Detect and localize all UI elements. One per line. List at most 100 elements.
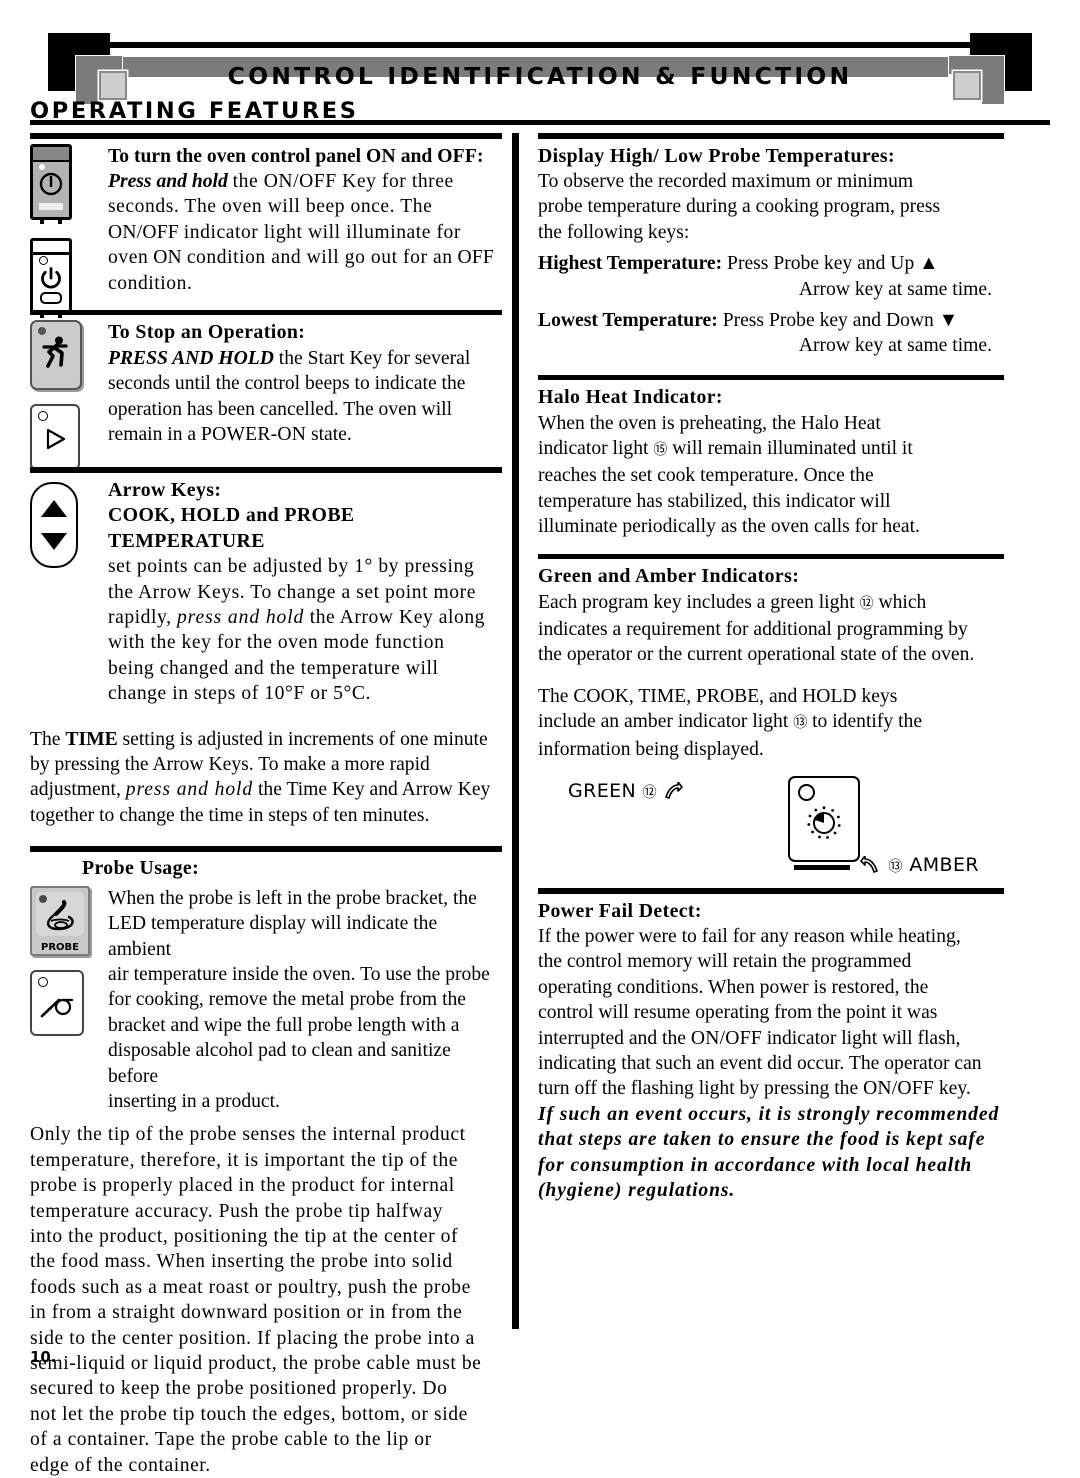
probe-tip-l11: secured to keep the probe positioned pro… xyxy=(30,1378,448,1400)
diagram-amber-marker: ⑬ xyxy=(888,859,903,876)
onoff-heading-text: To turn the oven control panel xyxy=(108,145,362,167)
pf-body7b: key. xyxy=(938,1078,971,1100)
play-triangle-icon xyxy=(32,426,78,452)
pf-body7a: turn off the flashing light by pressing … xyxy=(538,1078,859,1100)
onoff-colon: : xyxy=(477,145,484,167)
pf-body1: If the power were to fail for any reason… xyxy=(538,925,961,947)
green-amber-heading: Green and Amber Indicators: xyxy=(538,565,800,588)
key-top-bar xyxy=(33,240,69,255)
probe-tip-l13: of a container. Tape the probe cable to … xyxy=(30,1429,432,1451)
probe-body6: disposable alcohol pad to clean and sani… xyxy=(108,1040,451,1087)
section-display-high-low: Display High/ Low Probe Temperatures: To… xyxy=(538,133,1004,359)
section-rule xyxy=(30,467,502,473)
document-header-title: CONTROL IDENTIFICATION & FUNCTION xyxy=(227,62,853,90)
probe-tip-l9: side to the center position. If placing … xyxy=(30,1327,475,1349)
section-rule xyxy=(538,374,1004,381)
stop-sc-power-on: POWER-ON xyxy=(201,424,307,446)
section-halo-heat: Halo Heat Indicator: When the oven is pr… xyxy=(538,374,1004,540)
halo-body3: reaches the set cook temperature. Once t… xyxy=(538,465,874,487)
stop-body3: operation has been cancelled. The oven w… xyxy=(108,398,453,420)
diagram-green-led-icon xyxy=(798,784,815,802)
halo-body2a: indicator light xyxy=(538,438,649,460)
arrow-body4: with the key for the oven mode function xyxy=(108,632,445,654)
arrow-keys-icon-col xyxy=(30,478,102,568)
ga-body1a: Each program key includes a green light xyxy=(538,591,855,613)
onoff-sc-off2: OFF xyxy=(457,247,495,269)
stop-body2: seconds until the control beeps to indic… xyxy=(108,373,466,395)
power-fail-heading: Power Fail Detect: xyxy=(538,899,702,922)
start-play-key-icon xyxy=(30,404,80,471)
probe-key-label: PROBE xyxy=(41,941,79,953)
probe-tip-l10: semi-liquid or liquid product, the probe… xyxy=(30,1353,482,1375)
section-rule xyxy=(538,888,1004,894)
time-bold: TIME xyxy=(65,728,118,750)
amber-pointer-arrow-icon xyxy=(860,855,878,873)
pf-body3: operating conditions. When power is rest… xyxy=(538,976,929,998)
section-rule xyxy=(30,133,502,139)
section-rule xyxy=(30,846,502,852)
section-rule xyxy=(30,309,502,316)
highest-temp-body1: Press Probe key and Up ▲ xyxy=(727,253,939,275)
probe-body1: When the probe is left in the probe brac… xyxy=(108,887,477,909)
probe-body3: air temperature inside the oven. To use … xyxy=(108,963,490,985)
start-key-icon: start-key-icon xyxy=(30,320,82,391)
probe-tip-l6: the food mass. When inserting the probe … xyxy=(30,1251,453,1273)
probe-tip-l8: in from a straight downward position or … xyxy=(30,1302,463,1324)
left-column: To turn the oven control panel ON and OF… xyxy=(30,133,502,1478)
onoff-sc-on: ON xyxy=(366,145,396,167)
halo-body4: temperature has stabilized, this indicat… xyxy=(538,490,891,512)
time-part4-ital: press and hold xyxy=(125,779,254,801)
time-part3: by pressing the Arrow Keys. To make a mo… xyxy=(30,754,430,776)
stop-body4b: state. xyxy=(310,424,352,446)
pf-body5b: indicator light will flash, xyxy=(766,1027,961,1049)
pf-italic3: for consumption in accordance with local… xyxy=(538,1154,973,1176)
stop-operation-instructions: To Stop an Operation: PRESS AND HOLD the… xyxy=(108,320,502,447)
section-on-off: To turn the oven control panel ON and OF… xyxy=(30,133,502,318)
pf-sc-onoff: ON/OFF xyxy=(690,1027,762,1049)
probe-tip-l5: into the product, positioning the tip at… xyxy=(30,1226,459,1248)
key-top-bar xyxy=(33,146,69,162)
section-rule xyxy=(538,553,1004,560)
on-off-key-icons xyxy=(30,143,102,318)
onoff-sc-on2: ON xyxy=(153,247,182,269)
probe-body2: LED temperature display will indicate th… xyxy=(108,913,438,960)
section-stop-operation: start-key-icon To Stop an Operation: PRE… xyxy=(30,309,502,471)
probe-body4: for cooking, remove the metal probe from… xyxy=(108,989,467,1011)
halo-heat-block: Halo Heat Indicator: When the oven is pr… xyxy=(538,385,1004,539)
pf-sc-onoff2: ON/OFF xyxy=(863,1078,934,1100)
highest-temp-label: Highest Temperature: xyxy=(538,253,723,275)
onoff-line6: condition. xyxy=(108,272,193,294)
onoff-line3: seconds. The oven will beep once. The xyxy=(108,196,433,218)
pf-body2: the control memory will retain the progr… xyxy=(538,951,912,973)
arrow-down-icon xyxy=(41,532,67,550)
diagram-green-label: GREEN xyxy=(568,780,637,803)
power-symbol-icon xyxy=(33,167,69,201)
arrow-keys-icon xyxy=(30,481,78,568)
probe-usage-instructions: When the probe is left in the probe brac… xyxy=(108,886,502,1115)
probe-key-icon: PROBE xyxy=(30,885,90,956)
diagram-amber-label: AMBER xyxy=(909,854,979,877)
arrow-keys-subheading: COOK, HOLD and PROBE TEMPERATURE xyxy=(108,504,355,552)
stop-emph: PRESS AND HOLD xyxy=(108,347,274,369)
halo-body5: illuminate periodically as the oven call… xyxy=(538,516,920,538)
arrow-body3-ital: press and hold xyxy=(176,607,305,628)
probe-tip-l12: not let the probe tip touch the edges, b… xyxy=(30,1403,468,1425)
page-title: OPERATING FEATURES xyxy=(30,98,359,124)
onoff-and: and xyxy=(400,145,433,167)
start-key-icons: start-key-icon xyxy=(30,320,102,471)
section-probe-usage: Probe Usage: PROBE When the probe is lef… xyxy=(30,846,502,1114)
onoff-sc-off: OFF xyxy=(437,145,478,167)
pf-body6: indicating that such an event did occur.… xyxy=(538,1052,982,1074)
diagram-green-marker: ⑫ xyxy=(642,785,658,802)
arrow-body2: the Arrow Keys. To change a set point mo… xyxy=(108,581,476,603)
section-rule xyxy=(538,133,1004,139)
arrow-body1: set points can be adjusted by 1° by pres… xyxy=(108,556,475,578)
green-amber-diagram: GREEN ⑫ ⑬ AMBER xyxy=(538,772,1004,884)
probe-glyph-icon xyxy=(39,994,75,1027)
probe-tip-l3: probe is properly placed in the product … xyxy=(30,1175,455,1197)
header-bar-black xyxy=(110,42,970,48)
probe-body7: inserting in a product. xyxy=(108,1091,280,1112)
time-part1: The xyxy=(30,728,61,750)
onoff-line5b: condition and will go out for an xyxy=(186,247,453,269)
probe-body5: bracket and wipe the full probe length w… xyxy=(108,1014,460,1036)
